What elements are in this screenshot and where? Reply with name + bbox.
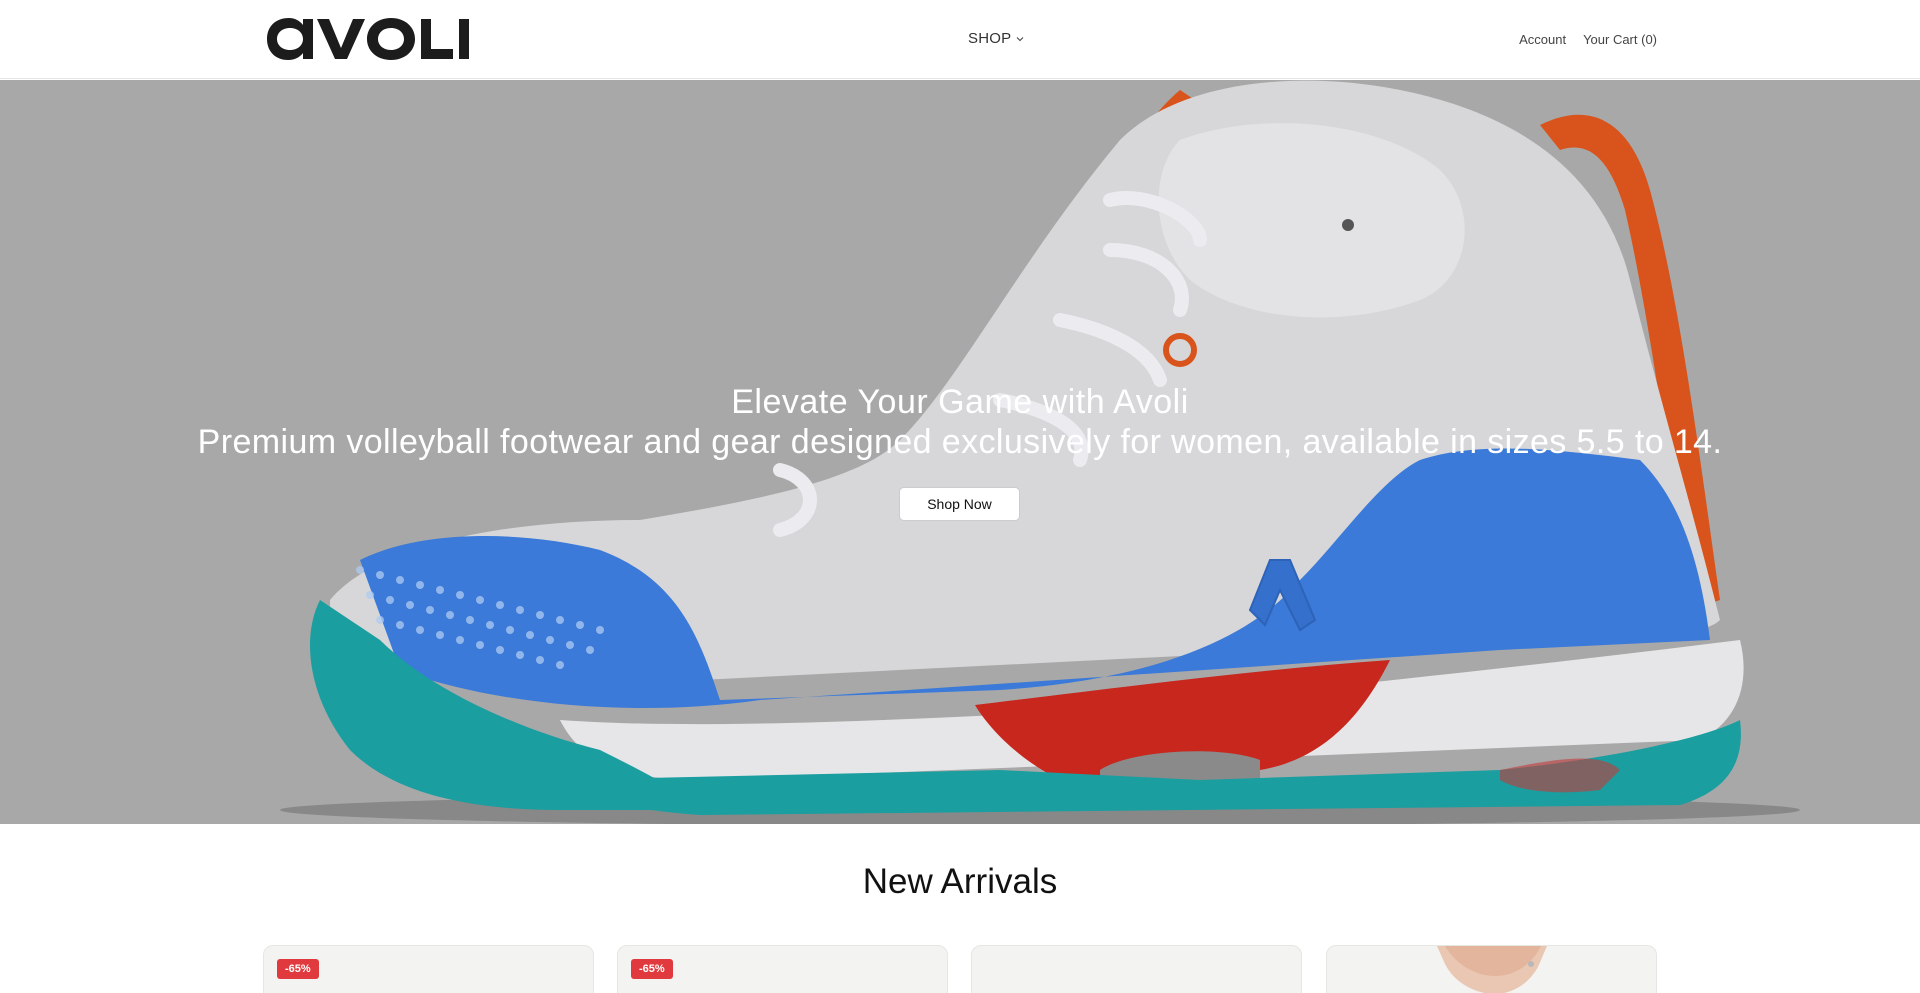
site-header: SHOP Account Your Cart (0) [0,0,1920,79]
discount-badge: -65% [631,959,673,979]
nav-shop-label: SHOP [968,30,1012,47]
product-card[interactable] [1326,945,1657,993]
product-card[interactable]: -65% [263,945,594,993]
new-arrivals-title: New Arrivals [862,862,1058,901]
hero-text: Elevate Your Game with Avoli Premium vol… [0,382,1920,462]
product-card[interactable]: -65% [617,945,948,993]
hero-banner: Elevate Your Game with Avoli Premium vol… [0,80,1920,824]
discount-badge: -65% [277,959,319,979]
product-grid: -65% -65% [263,945,1657,993]
hero-subtitle: Premium volleyball footwear and gear des… [197,423,1723,461]
avoli-logo[interactable] [263,12,473,66]
chevron-down-icon [1016,36,1024,41]
product-card[interactable] [971,945,1302,993]
hero-title: Elevate Your Game with Avoli [731,383,1189,421]
shop-now-button[interactable]: Shop Now [899,487,1020,521]
cart-link[interactable]: Your Cart (0) [1583,32,1657,47]
header-actions: Account Your Cart (0) [1519,32,1657,47]
account-link[interactable]: Account [1519,32,1566,47]
product-model-image [1437,946,1547,993]
nav-shop[interactable]: SHOP [968,30,1025,47]
